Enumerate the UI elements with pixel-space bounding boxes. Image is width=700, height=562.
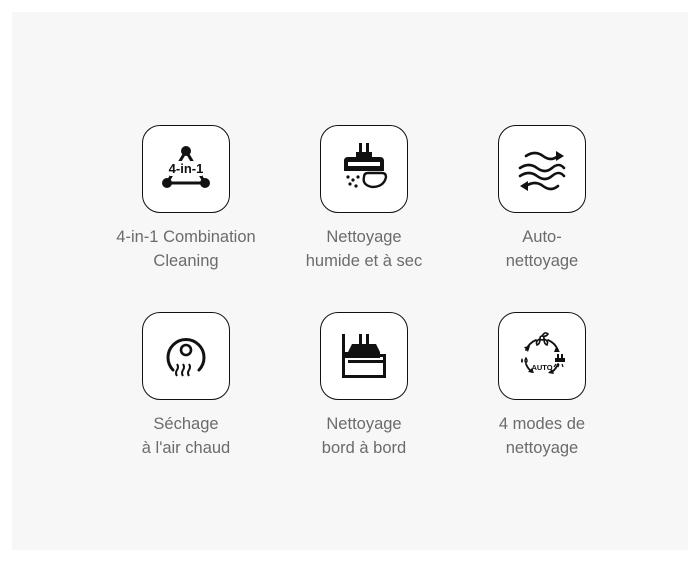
feature-icon-frame: AUTO bbox=[498, 312, 586, 400]
four-modes-cycle-icon: AUTO bbox=[521, 332, 565, 374]
edge-to-edge-cleaning-icon bbox=[342, 334, 386, 378]
feature-self-cleaning: Auto- nettoyage bbox=[454, 125, 630, 273]
icon-text-auto: AUTO bbox=[531, 363, 552, 372]
wet-dry-vacuum-head-icon bbox=[344, 143, 388, 189]
feature-label: Nettoyage bord à bord bbox=[276, 412, 452, 460]
hot-air-drying-icon bbox=[166, 338, 206, 377]
feature-icon-frame bbox=[498, 125, 586, 213]
feature-label-line1: 4-in-1 Combination bbox=[116, 228, 256, 246]
feature-label: 4-in-1 Combination Cleaning bbox=[98, 225, 274, 273]
feature-label-line2: à l'air chaud bbox=[141, 439, 231, 457]
feature-label: Auto- nettoyage bbox=[454, 225, 630, 273]
feature-icon-frame: 4-in-1 bbox=[142, 125, 230, 213]
feature-label-line2: Cleaning bbox=[153, 252, 219, 270]
feature-label-line1: Nettoyage bbox=[326, 415, 402, 433]
feature-label-line2: humide et à sec bbox=[305, 252, 423, 270]
feature-label-line2: bord à bord bbox=[321, 439, 407, 457]
feature-label: Séchage à l'air chaud bbox=[98, 412, 274, 460]
triangle-4-in-1-icon: 4-in-1 bbox=[162, 146, 210, 188]
feature-label-line1: Séchage bbox=[153, 415, 219, 433]
feature-label-line2: nettoyage bbox=[505, 439, 579, 457]
self-cleaning-wave-arrows-icon bbox=[518, 151, 566, 191]
feature-icon-frame bbox=[320, 125, 408, 213]
feature-four-modes: AUTO 4 modes de nettoyage bbox=[454, 312, 630, 460]
feature-icon-frame bbox=[142, 312, 230, 400]
feature-label-line1: Auto- bbox=[522, 228, 562, 246]
feature-4-in-1-combination: 4-in-1 4-in-1 Combination Cleaning bbox=[98, 125, 274, 273]
feature-label-line2: nettoyage bbox=[505, 252, 579, 270]
feature-wet-dry-cleaning: Nettoyage humide et à sec bbox=[276, 125, 452, 273]
features-panel: 4-in-1 4-in-1 Combination Cleaning Netto… bbox=[12, 12, 688, 550]
feature-label-line1: Nettoyage bbox=[326, 228, 402, 246]
feature-icon-frame bbox=[320, 312, 408, 400]
feature-label: 4 modes de nettoyage bbox=[454, 412, 630, 460]
feature-label: Nettoyage humide et à sec bbox=[276, 225, 452, 273]
feature-hot-air-drying: Séchage à l'air chaud bbox=[98, 312, 274, 460]
feature-edge-to-edge: Nettoyage bord à bord bbox=[276, 312, 452, 460]
icon-text-4-in-1: 4-in-1 bbox=[169, 161, 204, 176]
feature-label-line1: 4 modes de bbox=[498, 415, 586, 433]
